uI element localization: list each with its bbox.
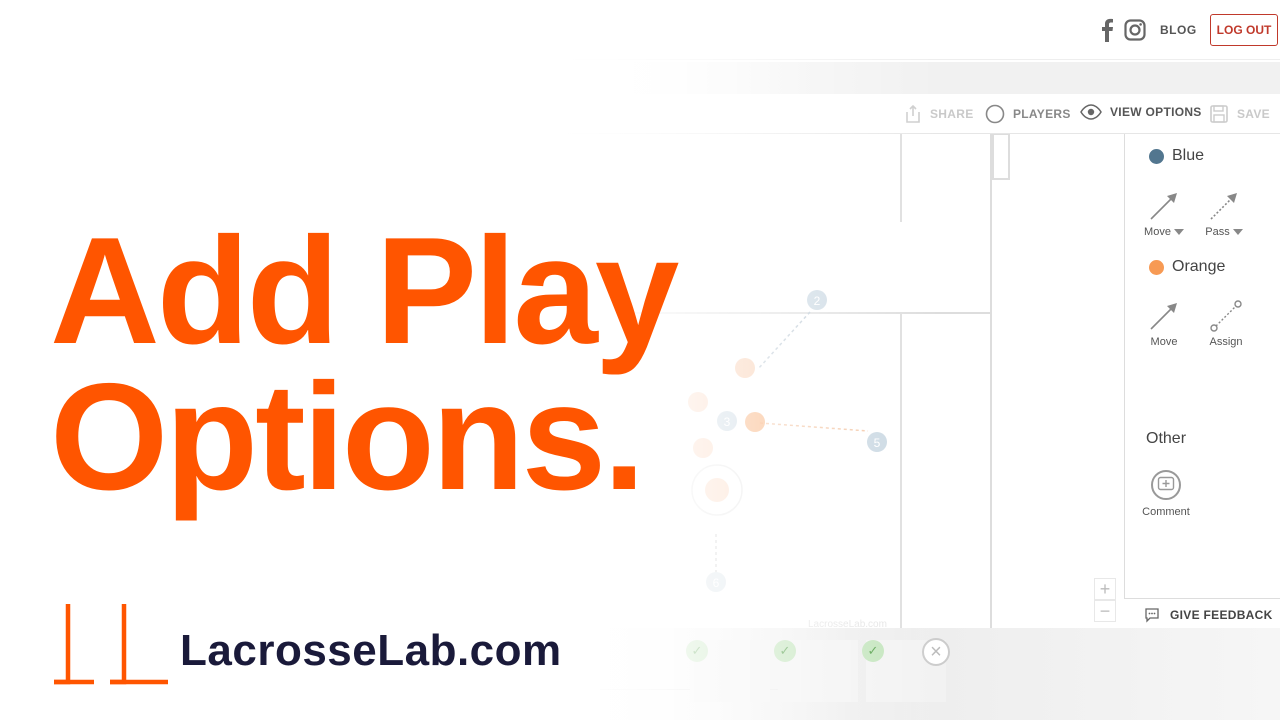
orange-player	[745, 412, 765, 432]
comment-label: Comment	[1142, 506, 1190, 518]
comment-tool[interactable]: Comment	[1139, 470, 1193, 518]
orange-assign-label: Assign	[1209, 336, 1243, 348]
headline: Add Play Options.	[50, 206, 679, 522]
eye-icon	[1080, 104, 1102, 120]
players-label: PLAYERS	[1013, 107, 1071, 121]
checkmark-icon: ✓	[686, 640, 708, 662]
player-number: 6	[713, 576, 720, 590]
blue-move-tool[interactable]: Move	[1141, 188, 1187, 238]
checkmark-icon: ✓	[774, 640, 796, 662]
share-button[interactable]: SHARE	[904, 104, 974, 124]
give-feedback-label: GIVE FEEDBACK	[1170, 607, 1273, 622]
orange-team-label: Orange	[1172, 258, 1226, 275]
blue-dot-icon	[1149, 148, 1164, 164]
move-arrow-icon	[1150, 193, 1177, 220]
goal-crease-marker	[992, 134, 1010, 180]
save-button[interactable]: SAVE	[1209, 104, 1270, 124]
chevron-down-icon	[1173, 229, 1184, 236]
orange-assign-tool[interactable]: Assign	[1203, 298, 1249, 348]
blog-link[interactable]: BLOG	[1160, 23, 1197, 37]
pass-path	[757, 311, 811, 370]
move-arrow-icon	[1150, 303, 1177, 330]
assign-line-icon	[1210, 300, 1242, 332]
lacrosselab-logo-icon	[54, 604, 168, 685]
share-label: SHARE	[930, 107, 974, 121]
orange-move-label: Move	[1150, 336, 1178, 348]
blue-player-6: 6	[706, 572, 726, 592]
save-label: SAVE	[1237, 107, 1270, 121]
pass-path	[759, 422, 869, 432]
blue-player-3: 3	[717, 411, 737, 431]
other-section-label: Other	[1146, 430, 1187, 447]
players-icon	[985, 104, 1005, 124]
view-options-label: VIEW OPTIONS	[1110, 105, 1202, 119]
chat-bubble-icon	[1145, 607, 1159, 623]
player-number: 5	[874, 436, 881, 450]
chevron-down-icon	[1232, 229, 1243, 236]
blue-team-label: Blue	[1172, 147, 1205, 164]
give-feedback-button[interactable]: GIVE FEEDBACK	[1124, 598, 1280, 630]
instagram-icon[interactable]	[1124, 19, 1146, 41]
zoom-controls: + −	[1094, 578, 1116, 622]
orange-player	[705, 478, 729, 502]
brand-name: LacrosseLab.com	[180, 626, 562, 675]
blue-team-header: Blue	[1149, 147, 1204, 165]
blue-move-label: Move	[1144, 226, 1171, 238]
view-options-button[interactable]: VIEW OPTIONS	[1080, 104, 1202, 120]
editor-toolbar: SHARE PLAYERS VIEW OPTIONS SAVE	[0, 94, 1280, 134]
players-button[interactable]: PLAYERS	[985, 104, 1071, 124]
headline-line-2: Options.	[50, 352, 645, 522]
orange-player	[735, 358, 755, 378]
checkmark-icon: ✓	[862, 640, 884, 662]
orange-team-header: Orange	[1149, 258, 1225, 276]
top-bar: BLOG LOG OUT	[0, 0, 1280, 60]
orange-dot-icon	[1149, 259, 1164, 275]
share-icon	[906, 104, 920, 123]
orange-move-tool[interactable]: Move	[1141, 298, 1187, 348]
orange-player	[693, 438, 713, 458]
blue-pass-label: Pass	[1205, 226, 1230, 238]
headline-line-1: Add Play	[50, 206, 679, 376]
blue-player-2: 2	[807, 290, 827, 310]
blue-pass-tool[interactable]: Pass	[1201, 188, 1247, 238]
save-icon	[1210, 105, 1228, 123]
facebook-icon[interactable]	[1100, 18, 1114, 42]
close-icon[interactable]: ×	[922, 638, 950, 666]
pass-arrow-icon	[1210, 193, 1237, 220]
comment-icon	[1151, 470, 1181, 500]
blue-player-5: 5	[867, 432, 887, 452]
zoom-in-button[interactable]: +	[1094, 578, 1116, 600]
orange-player	[688, 392, 708, 412]
player-number: 2	[814, 294, 821, 308]
logout-button[interactable]: LOG OUT	[1210, 14, 1278, 46]
zoom-out-button[interactable]: −	[1094, 600, 1116, 622]
player-number: 3	[724, 415, 731, 429]
